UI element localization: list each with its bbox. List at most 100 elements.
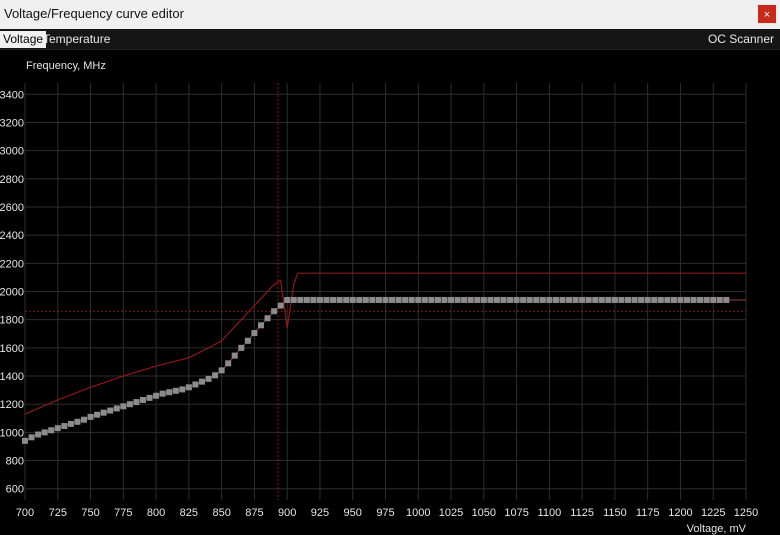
- curve-point[interactable]: [205, 375, 212, 382]
- close-button[interactable]: ×: [757, 4, 777, 24]
- curve-point[interactable]: [618, 296, 625, 303]
- curve-point[interactable]: [690, 296, 697, 303]
- curve-point[interactable]: [664, 296, 671, 303]
- curve-point[interactable]: [41, 429, 48, 436]
- curve-points[interactable]: [22, 296, 730, 444]
- curve-point[interactable]: [146, 394, 153, 401]
- curve-point[interactable]: [244, 337, 251, 344]
- curve-point[interactable]: [264, 315, 271, 322]
- curve-point[interactable]: [651, 296, 658, 303]
- curve-point[interactable]: [185, 384, 192, 391]
- curve-point[interactable]: [54, 425, 61, 432]
- curve-point[interactable]: [382, 296, 389, 303]
- curve-point[interactable]: [513, 296, 520, 303]
- curve-point[interactable]: [546, 296, 553, 303]
- curve-point[interactable]: [461, 296, 468, 303]
- curve-point[interactable]: [330, 296, 337, 303]
- curve-point[interactable]: [684, 296, 691, 303]
- curve-point[interactable]: [421, 296, 428, 303]
- curve-point[interactable]: [192, 381, 199, 388]
- curve-point[interactable]: [592, 296, 599, 303]
- curve-point[interactable]: [474, 296, 481, 303]
- curve-point[interactable]: [507, 296, 514, 303]
- curve-point[interactable]: [107, 407, 114, 414]
- curve-point[interactable]: [303, 296, 310, 303]
- curve-point[interactable]: [703, 296, 710, 303]
- curve-point[interactable]: [212, 372, 219, 379]
- curve-point[interactable]: [80, 416, 87, 423]
- curve-point[interactable]: [375, 296, 382, 303]
- curve-point[interactable]: [402, 296, 409, 303]
- curve-point[interactable]: [94, 411, 101, 418]
- curve-point[interactable]: [598, 296, 605, 303]
- curve-point[interactable]: [434, 296, 441, 303]
- curve-point[interactable]: [533, 296, 540, 303]
- curve-point[interactable]: [710, 296, 717, 303]
- curve-point[interactable]: [87, 413, 94, 420]
- curve-point[interactable]: [257, 322, 264, 329]
- curve-point[interactable]: [441, 296, 448, 303]
- curve-point[interactable]: [408, 296, 415, 303]
- curve-point[interactable]: [159, 390, 166, 397]
- curve-point[interactable]: [448, 296, 455, 303]
- curve-point[interactable]: [238, 344, 245, 351]
- curve-point[interactable]: [316, 296, 323, 303]
- curve-point[interactable]: [526, 296, 533, 303]
- curve-point[interactable]: [677, 296, 684, 303]
- curve-point[interactable]: [552, 296, 559, 303]
- curve-point[interactable]: [723, 296, 730, 303]
- curve-point[interactable]: [218, 367, 225, 374]
- curve-point[interactable]: [559, 296, 566, 303]
- curve-point[interactable]: [369, 296, 376, 303]
- curve-point[interactable]: [625, 296, 632, 303]
- curve-point[interactable]: [356, 296, 363, 303]
- curve-point[interactable]: [631, 296, 638, 303]
- curve-point[interactable]: [343, 296, 350, 303]
- curve-point[interactable]: [277, 302, 284, 309]
- curve-point[interactable]: [310, 296, 317, 303]
- curve-point[interactable]: [389, 296, 396, 303]
- curve-point[interactable]: [74, 418, 81, 425]
- curve-point[interactable]: [716, 296, 723, 303]
- curve-point[interactable]: [198, 378, 205, 385]
- curve-point[interactable]: [493, 296, 500, 303]
- curve-point[interactable]: [22, 437, 28, 444]
- curve-point[interactable]: [139, 396, 146, 403]
- curve-point[interactable]: [480, 296, 487, 303]
- curve-point[interactable]: [67, 420, 74, 427]
- curve-point[interactable]: [231, 352, 238, 359]
- curve-point[interactable]: [133, 399, 140, 406]
- curve-point[interactable]: [172, 387, 179, 394]
- curve-point[interactable]: [487, 296, 494, 303]
- curve-point[interactable]: [179, 386, 186, 393]
- curve-point[interactable]: [428, 296, 435, 303]
- curve-point[interactable]: [415, 296, 422, 303]
- curve-point[interactable]: [500, 296, 507, 303]
- curve-point[interactable]: [670, 296, 677, 303]
- curve-point[interactable]: [585, 296, 592, 303]
- curve-point[interactable]: [644, 296, 651, 303]
- curve-point[interactable]: [467, 296, 474, 303]
- curve-point[interactable]: [28, 434, 35, 441]
- curve-point[interactable]: [566, 296, 573, 303]
- curve-point[interactable]: [35, 431, 42, 438]
- curve-point[interactable]: [605, 296, 612, 303]
- curve-point[interactable]: [611, 296, 618, 303]
- curve-point[interactable]: [113, 405, 120, 412]
- curve-point[interactable]: [100, 409, 107, 416]
- curve-point[interactable]: [153, 392, 160, 399]
- curve-point[interactable]: [349, 296, 356, 303]
- curve-point[interactable]: [638, 296, 645, 303]
- curve-point[interactable]: [166, 389, 173, 396]
- curve-point[interactable]: [336, 296, 343, 303]
- curve-point[interactable]: [126, 401, 133, 408]
- curve-point[interactable]: [290, 296, 297, 303]
- curve-point[interactable]: [251, 330, 258, 337]
- curve-point[interactable]: [362, 296, 369, 303]
- curve-point[interactable]: [454, 296, 461, 303]
- curve-point[interactable]: [539, 296, 546, 303]
- oc-scanner-button[interactable]: OC Scanner: [708, 31, 774, 48]
- curve-point[interactable]: [225, 360, 232, 367]
- curve-point[interactable]: [61, 423, 68, 430]
- curve-point[interactable]: [572, 296, 579, 303]
